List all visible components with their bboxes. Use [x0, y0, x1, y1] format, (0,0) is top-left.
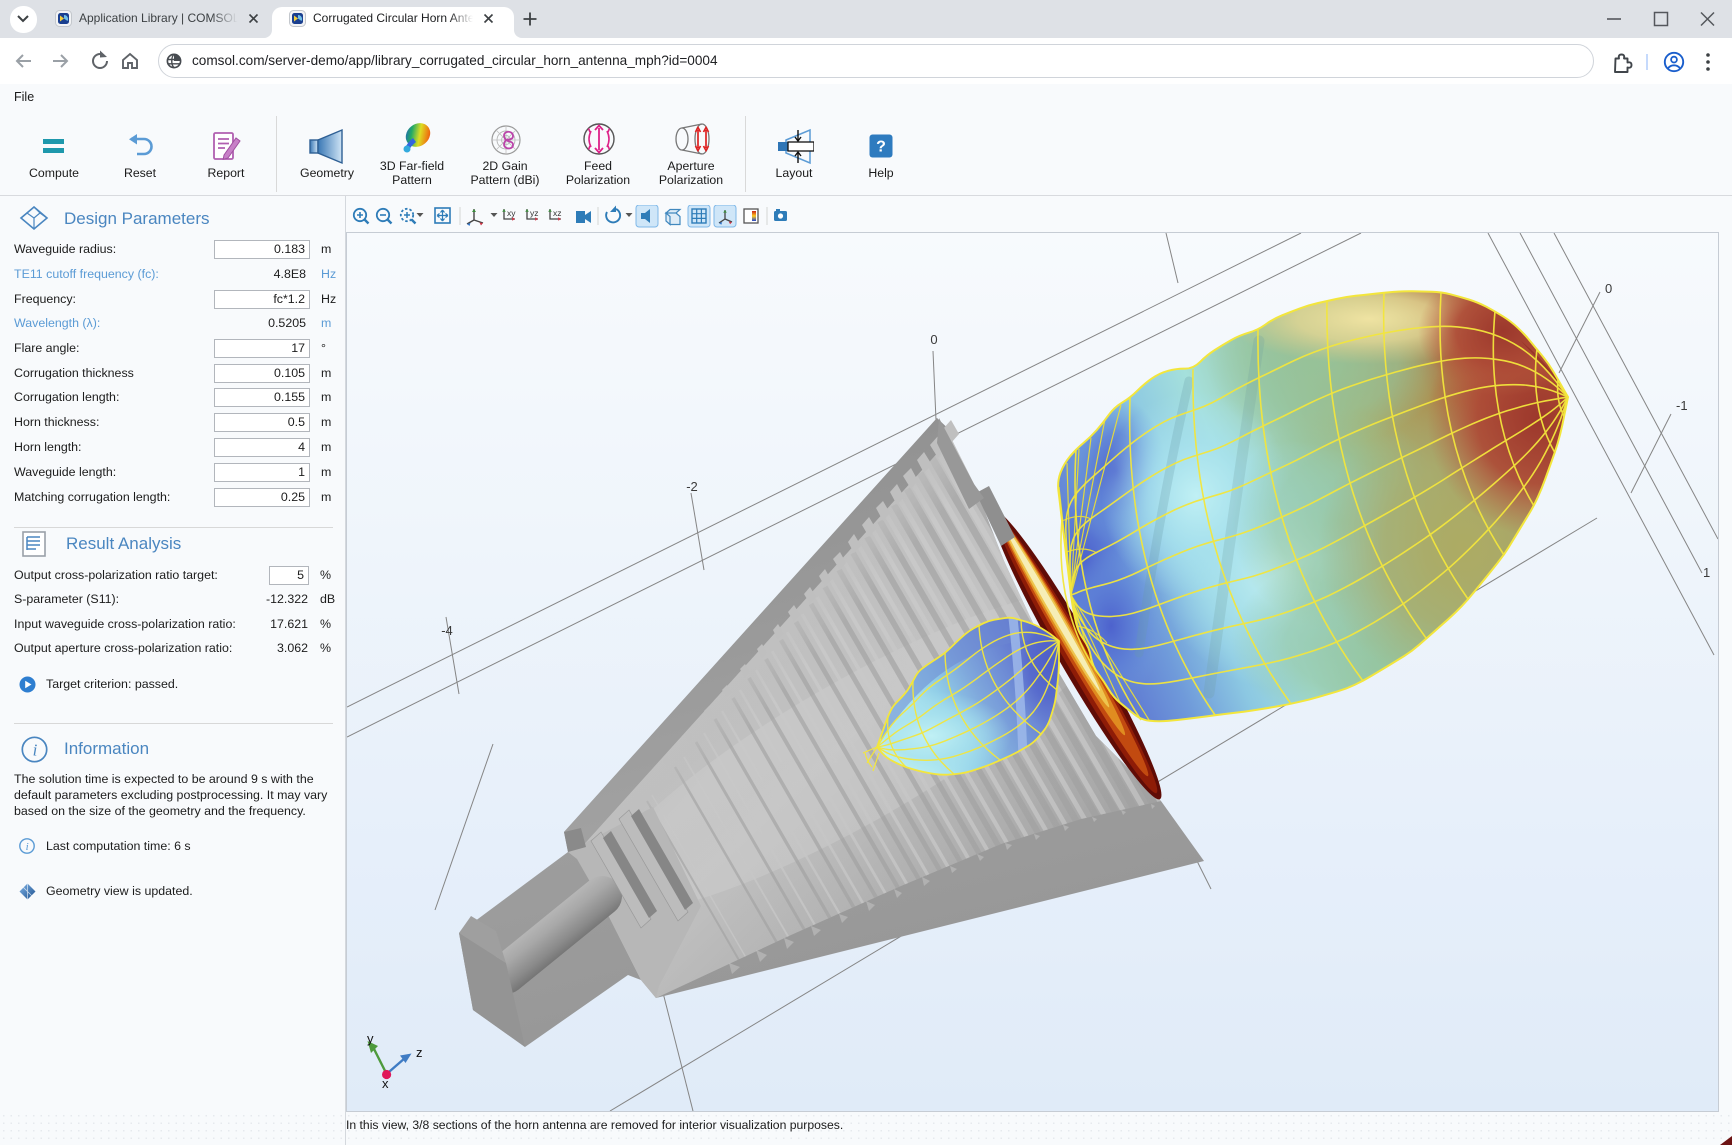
- svg-text:0: 0: [930, 332, 937, 347]
- svg-text:i: i: [33, 741, 38, 760]
- svg-text:xy: xy: [507, 208, 516, 218]
- svg-text:x: x: [382, 1076, 389, 1091]
- svg-text:?: ?: [876, 139, 886, 156]
- svg-text:yz: yz: [530, 208, 539, 218]
- svg-text:y: y: [367, 1031, 374, 1046]
- svg-text:xz: xz: [553, 208, 562, 218]
- svg-text:i: i: [26, 841, 29, 853]
- svg-text:0: 0: [1605, 281, 1612, 296]
- svg-text:-4: -4: [441, 623, 453, 638]
- svg-text:-1: -1: [1676, 398, 1688, 413]
- svg-text:-2: -2: [686, 479, 698, 494]
- svg-text:z: z: [416, 1045, 423, 1060]
- svg-text:1: 1: [1703, 565, 1710, 580]
